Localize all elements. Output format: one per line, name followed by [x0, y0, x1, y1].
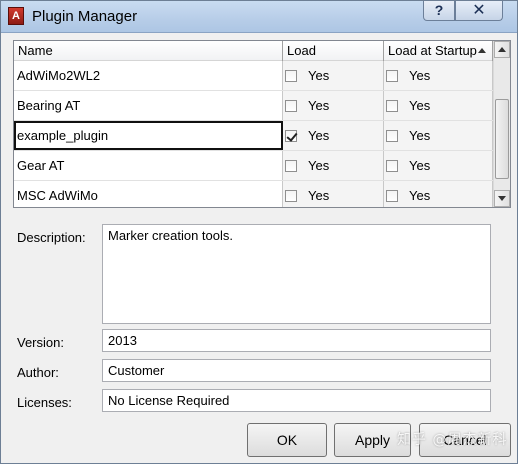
column-header-startup-label: Load at Startup — [388, 43, 477, 58]
startup-checkbox[interactable] — [386, 129, 398, 142]
plugin-list[interactable]: Name Load Load at Startup AdWiMo2WL2 Yes Y… — [13, 40, 511, 208]
startup-yes-label: Yes — [409, 188, 431, 203]
load-checkbox[interactable] — [285, 189, 297, 202]
table-row[interactable]: Gear AT Yes Yes — [14, 151, 493, 181]
load-cell[interactable]: Yes — [283, 181, 384, 207]
load-checkbox[interactable] — [285, 159, 297, 172]
description-label: Description: — [17, 230, 86, 245]
startup-cell[interactable]: Yes — [384, 151, 493, 180]
licenses-field[interactable]: No License Required — [102, 389, 491, 412]
load-checkbox[interactable] — [285, 99, 297, 112]
load-cell[interactable]: Yes — [283, 151, 384, 180]
startup-yes-label: Yes — [409, 158, 431, 173]
startup-cell[interactable]: Yes — [384, 91, 493, 120]
plugin-name-text: Gear AT — [17, 158, 65, 173]
startup-yes-label: Yes — [409, 68, 431, 83]
version-field[interactable]: 2013 — [102, 329, 491, 352]
column-header-load[interactable]: Load — [283, 41, 384, 61]
startup-cell[interactable]: Yes — [384, 61, 493, 90]
scroll-up-arrow-icon[interactable] — [494, 41, 510, 58]
plugin-name[interactable]: example_plugin — [14, 121, 283, 150]
plugin-name-text: Bearing AT — [17, 98, 81, 113]
title-bar[interactable]: A Plugin Manager ? ✕ — [1, 1, 517, 33]
column-header-name[interactable]: Name — [14, 41, 283, 61]
plugin-name-text: MSC AdWiMo — [17, 188, 98, 203]
description-field[interactable]: Marker creation tools. — [102, 224, 491, 324]
load-cell[interactable]: Yes — [283, 121, 384, 150]
close-button[interactable]: ✕ — [455, 1, 503, 21]
startup-cell[interactable]: Yes — [384, 181, 493, 207]
version-label: Version: — [17, 335, 64, 350]
plugin-name[interactable]: AdWiMo2WL2 — [14, 61, 283, 90]
load-yes-label: Yes — [308, 68, 330, 83]
author-field[interactable]: Customer — [102, 359, 491, 382]
help-button[interactable]: ? — [423, 1, 455, 21]
scrollbar-thumb[interactable] — [495, 99, 509, 179]
plugin-name[interactable]: Bearing AT — [14, 91, 283, 120]
window-title: Plugin Manager — [32, 8, 138, 25]
column-header-startup[interactable]: Load at Startup — [384, 41, 493, 61]
watermark-text: 知乎 @周杰新科 — [397, 432, 508, 448]
load-cell[interactable]: Yes — [283, 61, 384, 90]
load-checkbox[interactable] — [285, 69, 297, 82]
author-label: Author: — [17, 365, 59, 380]
startup-cell[interactable]: Yes — [384, 121, 493, 150]
startup-yes-label: Yes — [409, 98, 431, 113]
load-yes-label: Yes — [308, 158, 330, 173]
vertical-scrollbar[interactable] — [493, 41, 510, 207]
load-cell[interactable]: Yes — [283, 91, 384, 120]
table-row[interactable]: AdWiMo2WL2 Yes Yes — [14, 61, 493, 91]
load-checkbox[interactable] — [285, 129, 297, 142]
table-row[interactable]: example_plugin Yes Yes — [14, 121, 493, 151]
plugin-name[interactable]: MSC AdWiMo — [14, 181, 283, 207]
table-row[interactable]: Bearing AT Yes Yes — [14, 91, 493, 121]
startup-checkbox[interactable] — [386, 99, 398, 112]
list-header: Name Load Load at Startup — [14, 41, 493, 61]
load-yes-label: Yes — [308, 188, 330, 203]
scroll-down-arrow-icon[interactable] — [494, 190, 510, 207]
plugin-name-text: AdWiMo2WL2 — [17, 68, 101, 83]
plugin-rows: AdWiMo2WL2 Yes Yes Bearing AT Yes Yes example_… — [14, 61, 493, 207]
startup-checkbox[interactable] — [386, 159, 398, 172]
ok-button[interactable]: OK — [247, 423, 327, 457]
startup-yes-label: Yes — [409, 128, 431, 143]
licenses-label: Licenses: — [17, 395, 72, 410]
startup-checkbox[interactable] — [386, 69, 398, 82]
load-yes-label: Yes — [308, 98, 330, 113]
plugin-name[interactable]: Gear AT — [14, 151, 283, 180]
plugin-name-text: example_plugin — [17, 128, 109, 143]
startup-checkbox[interactable] — [386, 189, 398, 202]
load-yes-label: Yes — [308, 128, 330, 143]
app-logo-icon: A — [8, 7, 24, 25]
sort-ascending-icon — [478, 48, 486, 53]
table-row[interactable]: MSC AdWiMo Yes Yes — [14, 181, 493, 207]
plugin-manager-window: A Plugin Manager ? ✕ Name Load Load at S… — [0, 0, 518, 464]
